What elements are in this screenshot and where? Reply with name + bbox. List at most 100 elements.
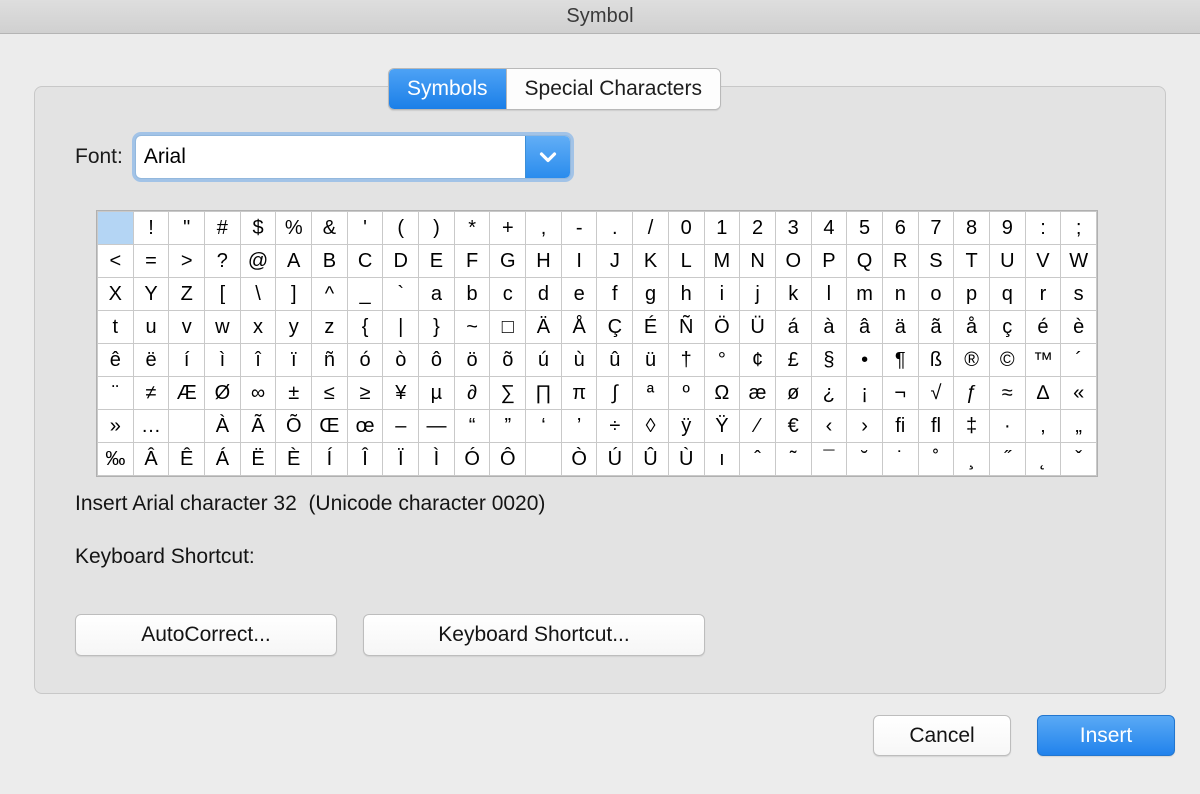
character-cell[interactable]: u bbox=[133, 311, 169, 343]
character-cell[interactable]: . bbox=[597, 212, 633, 244]
font-combobox[interactable] bbox=[134, 135, 571, 179]
character-cell[interactable]: P bbox=[811, 245, 847, 277]
character-cell[interactable]: Ò bbox=[561, 443, 597, 475]
character-cell[interactable]: ˙ bbox=[882, 443, 918, 475]
character-cell[interactable]: h bbox=[668, 278, 704, 310]
character-cell[interactable]: ¥ bbox=[383, 377, 419, 409]
character-cell[interactable]: â bbox=[847, 311, 882, 343]
character-cell[interactable]: ö bbox=[454, 344, 490, 376]
character-cell[interactable]: ™ bbox=[1025, 344, 1061, 376]
character-cell[interactable]: í bbox=[169, 344, 205, 376]
character-cell[interactable]: q bbox=[989, 278, 1025, 310]
character-cell[interactable]: j bbox=[740, 278, 775, 310]
character-cell[interactable]: □ bbox=[490, 311, 526, 343]
character-cell[interactable]: x bbox=[240, 311, 276, 343]
character-cell[interactable]: ˘ bbox=[847, 443, 882, 475]
character-cell[interactable]: = bbox=[133, 245, 169, 277]
character-cell[interactable]: ¸ bbox=[954, 443, 989, 475]
character-cell[interactable]: M bbox=[704, 245, 740, 277]
autocorrect-button[interactable]: AutoCorrect... bbox=[75, 614, 337, 656]
insert-button[interactable]: Insert bbox=[1037, 715, 1175, 756]
character-cell[interactable]: Ô bbox=[490, 443, 526, 475]
character-cell[interactable]: X bbox=[98, 278, 133, 310]
character-cell[interactable]: ® bbox=[954, 344, 989, 376]
character-cell[interactable]: 6 bbox=[882, 212, 918, 244]
character-cell[interactable]: ¢ bbox=[740, 344, 775, 376]
character-cell[interactable]: ' bbox=[347, 212, 383, 244]
character-cell[interactable]: Ê bbox=[169, 443, 205, 475]
character-cell[interactable]: Ø bbox=[205, 377, 240, 409]
character-cell[interactable]: I bbox=[561, 245, 597, 277]
character-cell[interactable]: m bbox=[847, 278, 882, 310]
character-cell[interactable]: É bbox=[633, 311, 668, 343]
character-cell[interactable]: ˜ bbox=[775, 443, 811, 475]
character-cell[interactable]: Q bbox=[847, 245, 882, 277]
character-cell[interactable]: ß bbox=[918, 344, 954, 376]
character-cell[interactable] bbox=[526, 443, 561, 475]
character-cell[interactable]: ˝ bbox=[989, 443, 1025, 475]
character-cell[interactable]: S bbox=[918, 245, 954, 277]
character-cell[interactable]: Ù bbox=[668, 443, 704, 475]
character-cell[interactable]: ÷ bbox=[597, 410, 633, 442]
character-cell[interactable]: O bbox=[775, 245, 811, 277]
character-cell[interactable]: õ bbox=[490, 344, 526, 376]
character-cell[interactable]: 1 bbox=[704, 212, 740, 244]
character-cell[interactable]: ô bbox=[419, 344, 454, 376]
character-cell[interactable]: — bbox=[419, 410, 454, 442]
character-cell[interactable]: t bbox=[98, 311, 133, 343]
character-cell[interactable]: À bbox=[205, 410, 240, 442]
character-cell[interactable]: ~ bbox=[454, 311, 490, 343]
character-cell[interactable]: 7 bbox=[918, 212, 954, 244]
character-cell[interactable]: ! bbox=[133, 212, 169, 244]
character-cell[interactable]: F bbox=[454, 245, 490, 277]
character-cell[interactable]: i bbox=[704, 278, 740, 310]
character-cell[interactable]: › bbox=[847, 410, 882, 442]
character-cell[interactable]: ⁄ bbox=[740, 410, 775, 442]
character-cell[interactable]: á bbox=[775, 311, 811, 343]
character-cell[interactable]: ≥ bbox=[347, 377, 383, 409]
character-cell[interactable]: ı bbox=[704, 443, 740, 475]
character-cell[interactable]: ﬁ bbox=[882, 410, 918, 442]
character-cell[interactable]: 4 bbox=[811, 212, 847, 244]
character-cell[interactable]: Á bbox=[205, 443, 240, 475]
character-cell[interactable]: d bbox=[526, 278, 561, 310]
character-cell[interactable]: E bbox=[419, 245, 454, 277]
character-cell[interactable]: w bbox=[205, 311, 240, 343]
character-cell[interactable]: Ç bbox=[597, 311, 633, 343]
character-cell[interactable]: ï bbox=[276, 344, 312, 376]
character-cell[interactable]: ¿ bbox=[811, 377, 847, 409]
character-cell[interactable]: 5 bbox=[847, 212, 882, 244]
character-cell[interactable]: G bbox=[490, 245, 526, 277]
character-cell[interactable]: Û bbox=[633, 443, 668, 475]
character-cell[interactable]: g bbox=[633, 278, 668, 310]
character-cell[interactable]: ] bbox=[276, 278, 312, 310]
character-cell[interactable]: Ü bbox=[740, 311, 775, 343]
character-cell[interactable]: Â bbox=[133, 443, 169, 475]
character-cell[interactable]: ñ bbox=[312, 344, 347, 376]
character-cell[interactable]: » bbox=[98, 410, 133, 442]
character-cell[interactable]: ì bbox=[205, 344, 240, 376]
character-cell[interactable]: 3 bbox=[775, 212, 811, 244]
character-cell[interactable]: ‚ bbox=[1025, 410, 1061, 442]
character-cell[interactable]: b bbox=[454, 278, 490, 310]
character-cell[interactable]: æ bbox=[740, 377, 775, 409]
character-cell[interactable]: % bbox=[276, 212, 312, 244]
character-cell[interactable]: 9 bbox=[989, 212, 1025, 244]
character-cell[interactable]: © bbox=[989, 344, 1025, 376]
tab-symbols[interactable]: Symbols bbox=[389, 69, 506, 109]
character-cell[interactable]: Õ bbox=[276, 410, 312, 442]
character-cell[interactable]: √ bbox=[918, 377, 954, 409]
character-cell[interactable]: ˚ bbox=[918, 443, 954, 475]
character-cell[interactable]: C bbox=[347, 245, 383, 277]
character-cell[interactable]: Ö bbox=[704, 311, 740, 343]
character-cell[interactable]: « bbox=[1061, 377, 1096, 409]
character-cell[interactable]: ä bbox=[882, 311, 918, 343]
character-cell[interactable]: ∞ bbox=[240, 377, 276, 409]
character-cell[interactable]: p bbox=[954, 278, 989, 310]
character-cell[interactable]: Ó bbox=[454, 443, 490, 475]
character-cell[interactable]: ƒ bbox=[954, 377, 989, 409]
character-cell[interactable]: ˛ bbox=[1025, 443, 1061, 475]
character-cell[interactable]: § bbox=[811, 344, 847, 376]
character-cell[interactable]: ¬ bbox=[882, 377, 918, 409]
character-cell[interactable]: : bbox=[1025, 212, 1061, 244]
